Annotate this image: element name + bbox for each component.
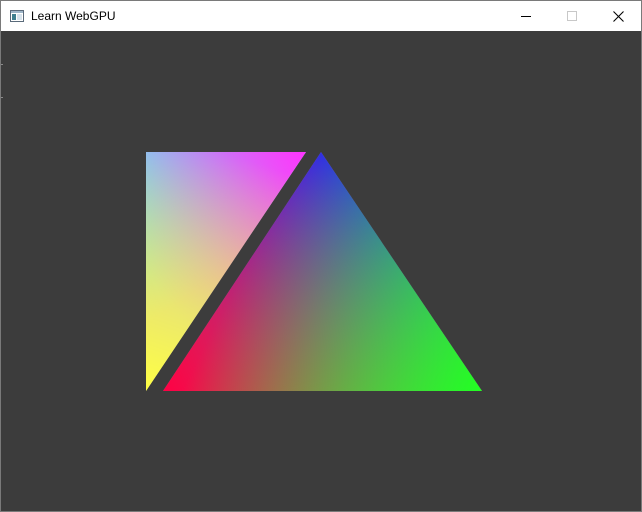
close-icon — [612, 10, 624, 22]
app-window: Learn WebGPU — [0, 0, 642, 512]
window-edge-mark — [1, 64, 3, 65]
minimize-button[interactable] — [503, 1, 549, 31]
render-canvas[interactable] — [1, 31, 641, 511]
window-app-icon — [10, 10, 24, 22]
close-button[interactable] — [595, 1, 641, 31]
window-title: Learn WebGPU — [31, 9, 116, 23]
maximize-button[interactable] — [549, 1, 595, 31]
window-edge-mark — [1, 97, 3, 98]
title-bar[interactable]: Learn WebGPU — [1, 1, 641, 31]
maximize-icon — [567, 11, 577, 21]
minimize-icon — [521, 16, 531, 17]
